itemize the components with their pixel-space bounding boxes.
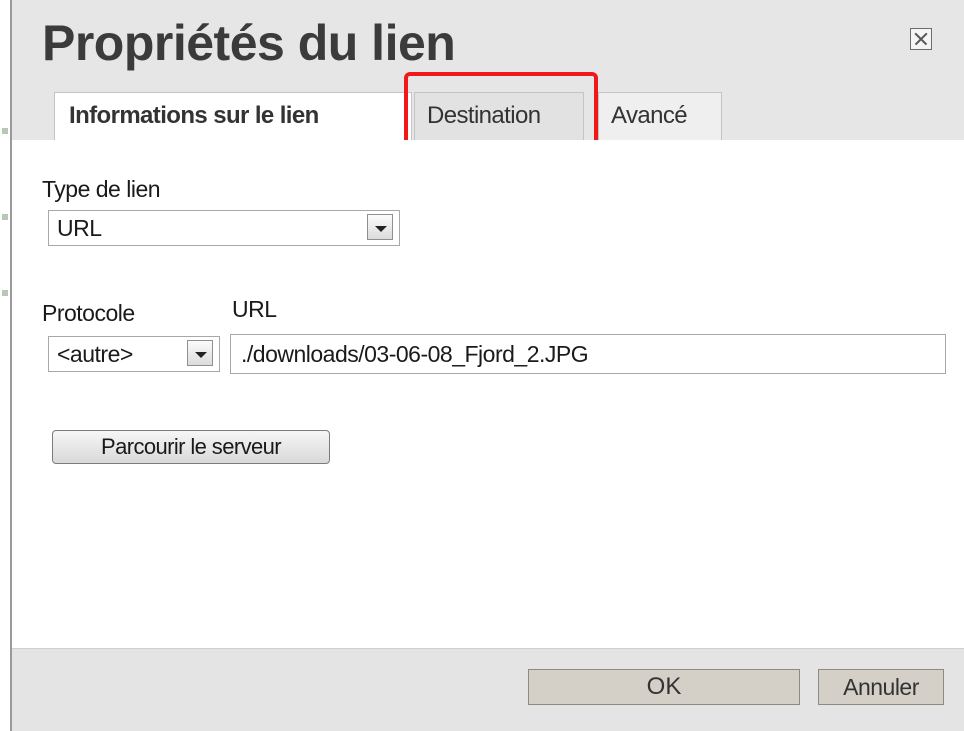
- ok-button[interactable]: OK: [528, 669, 800, 705]
- url-label: URL: [232, 296, 277, 322]
- browse-server-button[interactable]: Parcourir le serveur: [52, 430, 330, 464]
- dialog-title: Propriétés du lien: [42, 15, 456, 71]
- edge-mark: [2, 214, 8, 220]
- cancel-button[interactable]: Annuler: [818, 669, 944, 705]
- dialog-footer: OK Annuler: [12, 648, 964, 731]
- link-type-label: Type de lien: [42, 176, 161, 202]
- tab-content: Type de lien URL Protocole URL <autre> .…: [12, 140, 964, 648]
- link-type-value: URL: [57, 215, 102, 241]
- tab-link-info[interactable]: Informations sur le lien: [54, 92, 412, 142]
- chevron-down-icon[interactable]: [187, 340, 213, 366]
- protocol-select[interactable]: <autre>: [48, 336, 220, 372]
- link-type-select[interactable]: URL: [48, 210, 400, 246]
- protocol-value: <autre>: [57, 341, 133, 367]
- chevron-down-icon[interactable]: [367, 214, 393, 240]
- protocol-label: Protocole: [42, 300, 135, 326]
- page: Propriétés du lien Informations sur le l…: [0, 0, 964, 731]
- close-icon[interactable]: [910, 28, 932, 50]
- edge-mark: [2, 290, 8, 296]
- tab-advanced[interactable]: Avancé: [598, 92, 722, 140]
- edge-mark: [2, 128, 8, 134]
- url-input[interactable]: ./downloads/03-06-08_Fjord_2.JPG: [230, 334, 946, 374]
- link-properties-dialog: Propriétés du lien Informations sur le l…: [12, 0, 964, 731]
